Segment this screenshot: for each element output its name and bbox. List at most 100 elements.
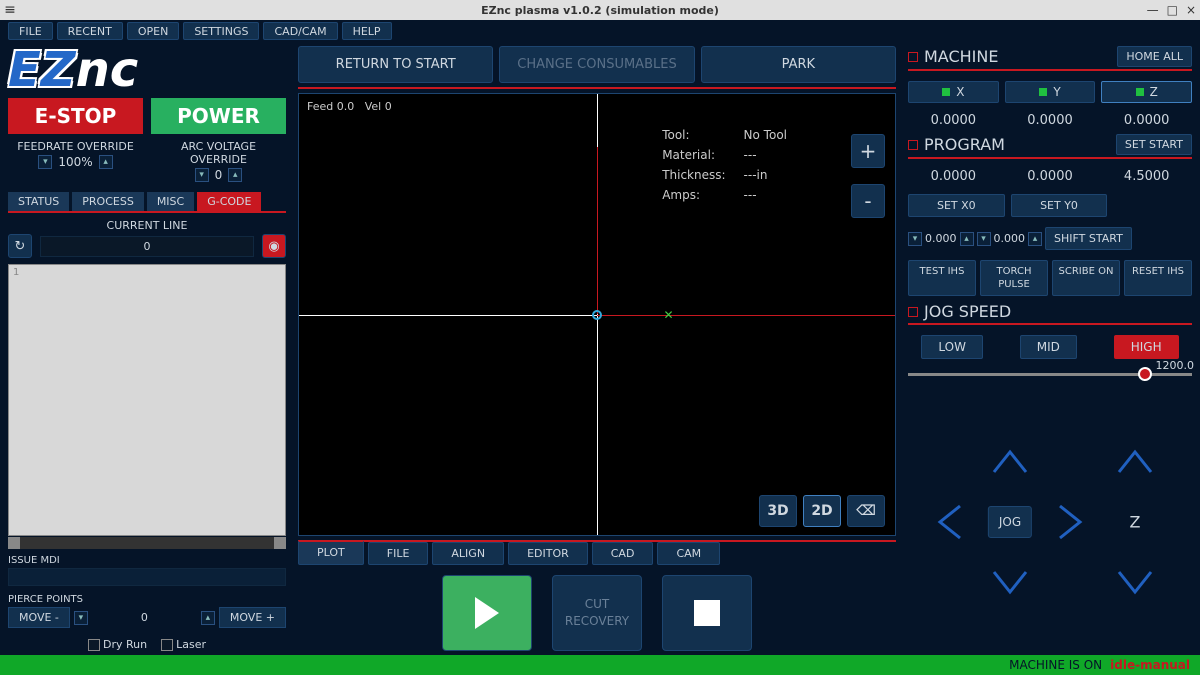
test-ihs-button[interactable]: TEST IHS [908,260,976,296]
set-y0-button[interactable]: SET Y0 [1011,194,1108,217]
offset1-inc[interactable]: ▴ [960,232,974,246]
park-button[interactable]: PARK [701,46,896,83]
tab-process[interactable]: PROCESS [72,192,144,211]
machine-status: MACHINE IS ON [1009,658,1102,672]
menu-cadcam[interactable]: CAD/CAM [263,22,337,40]
pierce-inc-button[interactable]: ▴ [201,611,215,625]
feed-inc-button[interactable]: ▴ [99,155,113,169]
reset-ihs-button[interactable]: RESET IHS [1124,260,1192,296]
axis-x-button[interactable]: X [908,81,999,103]
mdi-label: ISSUE MDI [8,555,286,566]
dryrun-checkbox[interactable]: Dry Run [88,638,147,651]
power-button[interactable]: POWER [151,98,286,134]
axis-y-button[interactable]: Y [1005,81,1096,103]
move-minus-button[interactable]: MOVE - [8,607,70,628]
ctab-cad[interactable]: CAD [592,542,654,565]
menu-recent[interactable]: RECENT [57,22,123,40]
current-line-label: CURRENT LINE [8,219,286,232]
z-down-button[interactable] [1115,568,1155,598]
menu-settings[interactable]: SETTINGS [183,22,259,40]
jog-right-button[interactable] [1056,502,1086,542]
mdi-input[interactable] [8,568,286,586]
laser-checkbox[interactable]: Laser [161,638,206,651]
feed-override-value: 100% [58,155,92,169]
cut-recovery-button[interactable]: CUT RECOVERY [552,575,642,651]
zoom-out-button[interactable]: - [851,184,885,218]
scribe-on-button[interactable]: SCRIBE ON [1052,260,1120,296]
home-all-button[interactable]: HOME ALL [1117,46,1192,67]
stop-button[interactable] [662,575,752,651]
offset1-dec[interactable]: ▾ [908,232,922,246]
jogspeed-section-header: JOG SPEED [908,302,1192,325]
set-start-button[interactable]: SET START [1116,134,1192,155]
clear-view-button[interactable]: ⌫ [847,495,885,527]
gcode-editor[interactable]: 1 [8,264,286,536]
minimize-button[interactable]: — [1147,3,1159,17]
arc-dec-button[interactable]: ▾ [195,168,209,182]
play-icon [475,597,499,629]
ctab-editor[interactable]: EDITOR [508,542,588,565]
offset2-inc[interactable]: ▴ [1028,232,1042,246]
hamburger-icon[interactable]: ≡ [0,2,20,18]
target-icon[interactable]: ◉ [262,234,286,258]
return-to-start-button[interactable]: RETURN TO START [298,46,493,83]
menu-file[interactable]: FILE [8,22,53,40]
offset2-dec[interactable]: ▾ [977,232,991,246]
jog-left-button[interactable] [934,502,964,542]
tab-gcode[interactable]: G-CODE [197,192,261,211]
tool-info: Tool:No Tool Material:--- Thickness:---i… [660,124,805,206]
menu-open[interactable]: OPEN [127,22,179,40]
plot-viewport[interactable]: Feed 0.0 Vel 0 Tool:No Tool Material:---… [298,93,896,536]
z-jog-pad: Z [1110,452,1160,592]
jog-mid-button[interactable]: MID [1020,335,1077,359]
stop-icon [694,600,720,626]
ctab-align[interactable]: ALIGN [432,542,504,565]
program-y-coord: 0.0000 [1005,169,1096,184]
view-3d-button[interactable]: 3D [759,495,797,527]
jog-high-button[interactable]: HIGH [1114,335,1179,359]
change-consumables-button[interactable]: CHANGE CONSUMABLES [499,46,694,83]
h-scrollbar[interactable] [8,537,286,549]
pierce-label: PIERCE POINTS [8,594,286,605]
set-x0-button[interactable]: SET X0 [908,194,1005,217]
axis-z-button[interactable]: Z [1101,81,1192,103]
estop-button[interactable]: E-STOP [8,98,143,134]
feedrate-override-label: FEEDRATE OVERRIDE [8,140,143,153]
jog-low-button[interactable]: LOW [921,335,983,359]
jog-dpad: JOG [940,452,1080,592]
status-bar: MACHINE IS ON idle-manual [0,655,1200,675]
program-z-coord: 4.5000 [1101,169,1192,184]
z-up-button[interactable] [1115,446,1155,476]
tab-status[interactable]: STATUS [8,192,69,211]
origin-marker [592,310,602,320]
arc-override-value: 0 [215,168,223,182]
shift-start-button[interactable]: SHIFT START [1045,227,1132,250]
move-plus-button[interactable]: MOVE + [219,607,286,628]
ctab-plot[interactable]: PLOT [298,540,364,565]
close-button[interactable]: × [1186,3,1196,17]
torch-pulse-button[interactable]: TORCH PULSE [980,260,1048,296]
pierce-dec-button[interactable]: ▾ [74,611,88,625]
program-x-coord: 0.0000 [908,169,999,184]
machine-section-header: MACHINE HOME ALL [908,46,1192,71]
ctab-file[interactable]: FILE [368,542,429,565]
jog-up-button[interactable] [990,446,1030,476]
jog-speed-slider[interactable]: 1200.0 [908,373,1192,376]
view-2d-button[interactable]: 2D [803,495,841,527]
zoom-in-button[interactable]: + [851,134,885,168]
ctab-cam[interactable]: CAM [657,542,720,565]
current-line-value: 0 [40,236,254,257]
machine-x-coord: 0.0000 [908,113,999,128]
menubar: FILE RECENT OPEN SETTINGS CAD/CAM HELP [0,20,1200,42]
pierce-value: 0 [92,611,197,624]
play-button[interactable] [442,575,532,651]
maximize-button[interactable]: □ [1167,3,1178,17]
feed-dec-button[interactable]: ▾ [38,155,52,169]
arc-inc-button[interactable]: ▴ [228,168,242,182]
jog-down-button[interactable] [990,568,1030,598]
menu-help[interactable]: HELP [342,22,392,40]
reload-button[interactable]: ↻ [8,234,32,258]
machine-z-coord: 0.0000 [1101,113,1192,128]
tab-misc[interactable]: MISC [147,192,194,211]
window-title: EZnc plasma v1.0.2 (simulation mode) [481,4,719,17]
